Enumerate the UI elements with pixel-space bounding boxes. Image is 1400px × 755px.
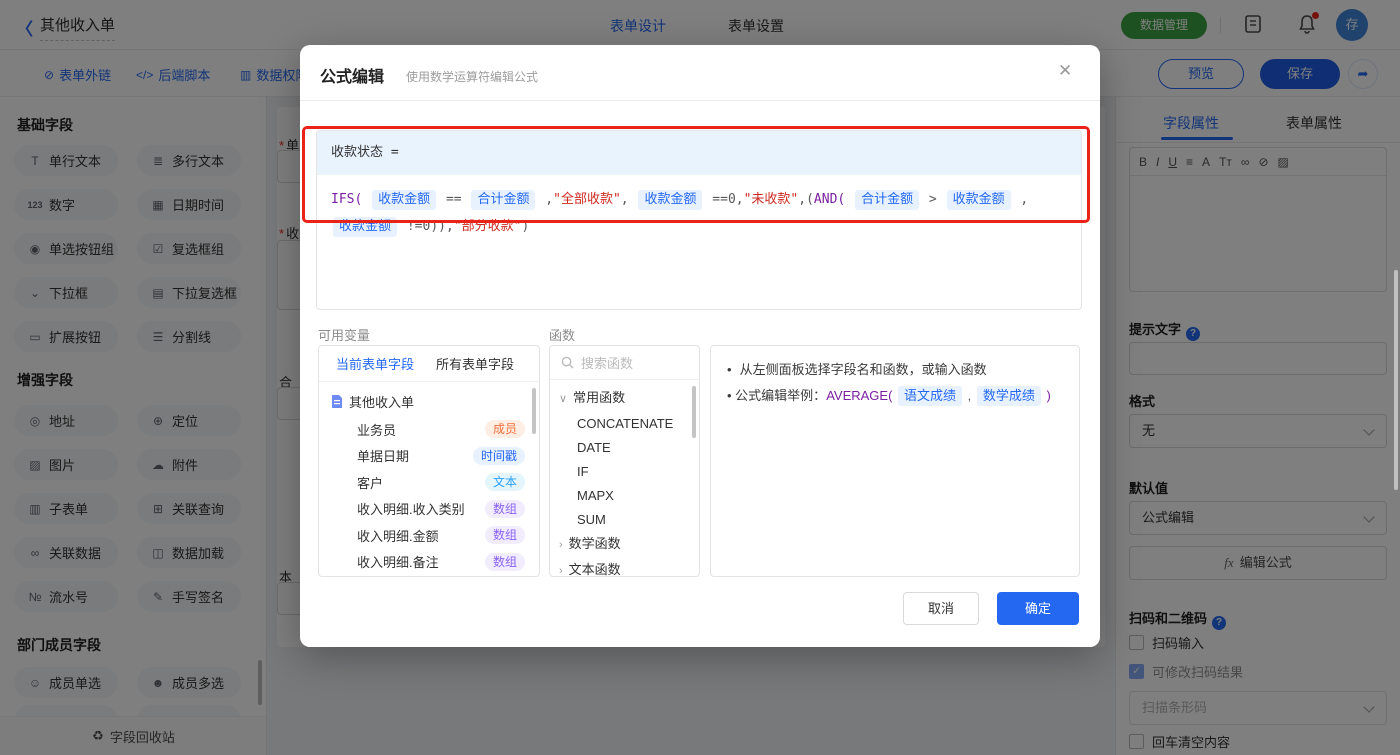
function-search-input[interactable]: 搜索函数: [550, 346, 699, 380]
type-badge: 数组: [484, 526, 525, 544]
cancel-button[interactable]: 取消: [903, 592, 979, 625]
function-token: ): [1042, 388, 1051, 403]
variables-panel: 当前表单字段 所有表单字段 其他收入单业务员 成员单据日期 时间戳客户 文本收入明细.…: [318, 345, 540, 577]
function-item-MAPX[interactable]: MAPX: [550, 484, 699, 508]
operator-token: >: [921, 192, 945, 207]
variable-row-业务员[interactable]: 业务员 成员: [319, 416, 539, 442]
formula-expression[interactable]: IFS( 收款金额 == 合计金额 ,"全部收款", 收款金额 ==0,"未收款…: [317, 175, 1081, 251]
group-name: 数学函数: [568, 536, 621, 551]
tab-all-form-fields[interactable]: 所有表单字段: [436, 354, 514, 373]
field-token: 收款金额: [946, 190, 1011, 210]
functions-panel: 搜索函数 ∨ 常用函数 CONCATENATE DATE IF MAPX SUM › 数学函数 ›…: [549, 345, 700, 577]
field-token: 收款金额: [638, 190, 703, 210]
tab-current-form-fields[interactable]: 当前表单字段: [336, 354, 414, 373]
string-token: "全部收款": [553, 192, 621, 207]
divider: [300, 100, 1100, 101]
form-doc-icon: [331, 394, 349, 409]
variable-name: 收入明细.备注: [357, 555, 439, 570]
field-token: 语文成绩: [898, 386, 963, 406]
page-scrollbar[interactable]: [1394, 270, 1398, 490]
variable-row-收入明细.金额[interactable]: 收入明细.金额 数组: [319, 522, 539, 548]
search-icon: [561, 356, 574, 369]
variable-row-收入明细.收入类别[interactable]: 收入明细.收入类别 数组: [319, 496, 539, 522]
type-badge: 时间戳: [472, 446, 525, 465]
string-token: "部分收款": [453, 219, 522, 234]
chevron-right-icon: ›: [559, 565, 563, 577]
type-badge: 数组: [484, 552, 525, 571]
operator-token: ==0,: [704, 192, 744, 207]
formula-input-area[interactable]: 收款状态 = IFS( 收款金额 == 合计金额 ,"全部收款", 收款金额 =…: [316, 130, 1082, 310]
close-icon[interactable]: ✕: [1058, 61, 1072, 81]
bullet: •: [727, 362, 732, 377]
field-token: 收款金额: [333, 217, 398, 237]
operator-token: !=0)),: [399, 219, 454, 234]
operator-token: ,: [620, 192, 637, 207]
hint-line-1: • 从左侧面板选择字段名和函数，或输入函数: [727, 358, 987, 382]
functions-scrollbar[interactable]: [692, 386, 696, 438]
operator-token: ,: [964, 388, 975, 403]
root-name: 其他收入单: [349, 394, 415, 410]
group-name: 常用函数: [573, 390, 626, 405]
chevron-down-icon: ∨: [559, 393, 568, 405]
operator-token: ==: [438, 192, 470, 207]
hint-line-2: • 公式编辑举例：AVERAGE( 语文成绩 , 数学成绩 ): [727, 384, 1051, 408]
confirm-button[interactable]: 确定: [997, 592, 1079, 625]
function-item-CONCATENATE[interactable]: CONCATENATE: [550, 412, 699, 436]
function-item-DATE[interactable]: DATE: [550, 436, 699, 460]
modal-subtitle: 使用数学运算符编辑公式: [406, 70, 539, 84]
operator-token: ,(: [798, 192, 814, 207]
group-name: 文本函数: [568, 562, 621, 577]
formula-target-field: 收款状态 =: [317, 131, 1081, 175]
function-item-SUM[interactable]: SUM: [550, 508, 699, 532]
field-token: 合计金额: [855, 190, 920, 210]
modal-title: 公式编辑: [320, 69, 385, 86]
variable-row-客户[interactable]: 客户 文本: [319, 469, 539, 495]
function-item-IF[interactable]: IF: [550, 460, 699, 484]
function-token: AVERAGE(: [826, 388, 897, 403]
formula-editor-modal: 公式编辑 使用数学运算符编辑公式 ✕ 收款状态 = IFS( 收款金额 == 合…: [300, 45, 1100, 647]
formula-hints-panel: • 从左侧面板选择字段名和函数，或输入函数 • 公式编辑举例：AVERAGE( 语…: [710, 345, 1080, 577]
type-badge: 文本: [484, 473, 525, 491]
function-token: AND(: [813, 192, 854, 207]
function-group-常用函数[interactable]: ∨ 常用函数: [550, 386, 699, 410]
field-token: 收款金额: [372, 190, 437, 210]
variables-tabs: 当前表单字段 所有表单字段: [319, 346, 539, 382]
variable-name: 单据日期: [357, 449, 410, 464]
operator-token: ): [521, 219, 530, 234]
chevron-right-icon: ›: [559, 539, 563, 551]
string-token: "未收款": [743, 192, 799, 207]
bullet: •: [727, 388, 736, 403]
variables-label: 可用变量: [318, 328, 371, 343]
search-placeholder: 搜索函数: [581, 356, 634, 371]
variable-row-单据日期[interactable]: 单据日期 时间戳: [319, 443, 539, 469]
variable-name: 客户: [357, 475, 384, 491]
field-token: 数学成绩: [976, 386, 1041, 406]
variables-scrollbar[interactable]: [532, 388, 536, 434]
field-token: 合计金额: [471, 190, 536, 210]
hint-text: 公式编辑举例：: [735, 388, 827, 403]
function-group-文本函数[interactable]: › 文本函数: [550, 558, 699, 577]
function-group-数学函数[interactable]: › 数学函数: [550, 532, 699, 556]
operator-token: ,: [537, 192, 554, 207]
type-badge: 数组: [484, 499, 525, 518]
functions-label: 函数: [549, 328, 576, 343]
variable-name: 业务员: [357, 422, 397, 438]
variable-name: 收入明细.金额: [357, 528, 439, 544]
function-token: IFS(: [331, 192, 371, 207]
variable-root-row[interactable]: 其他收入单: [319, 388, 539, 414]
variable-name: 收入明细.收入类别: [357, 502, 465, 517]
type-badge: 成员: [484, 420, 525, 438]
operator-token: ,: [1012, 192, 1037, 207]
variable-row-收入明细.备注[interactable]: 收入明细.备注 数组: [319, 549, 539, 575]
hint-text: 从左侧面板选择字段名和函数，或输入函数: [739, 362, 987, 377]
